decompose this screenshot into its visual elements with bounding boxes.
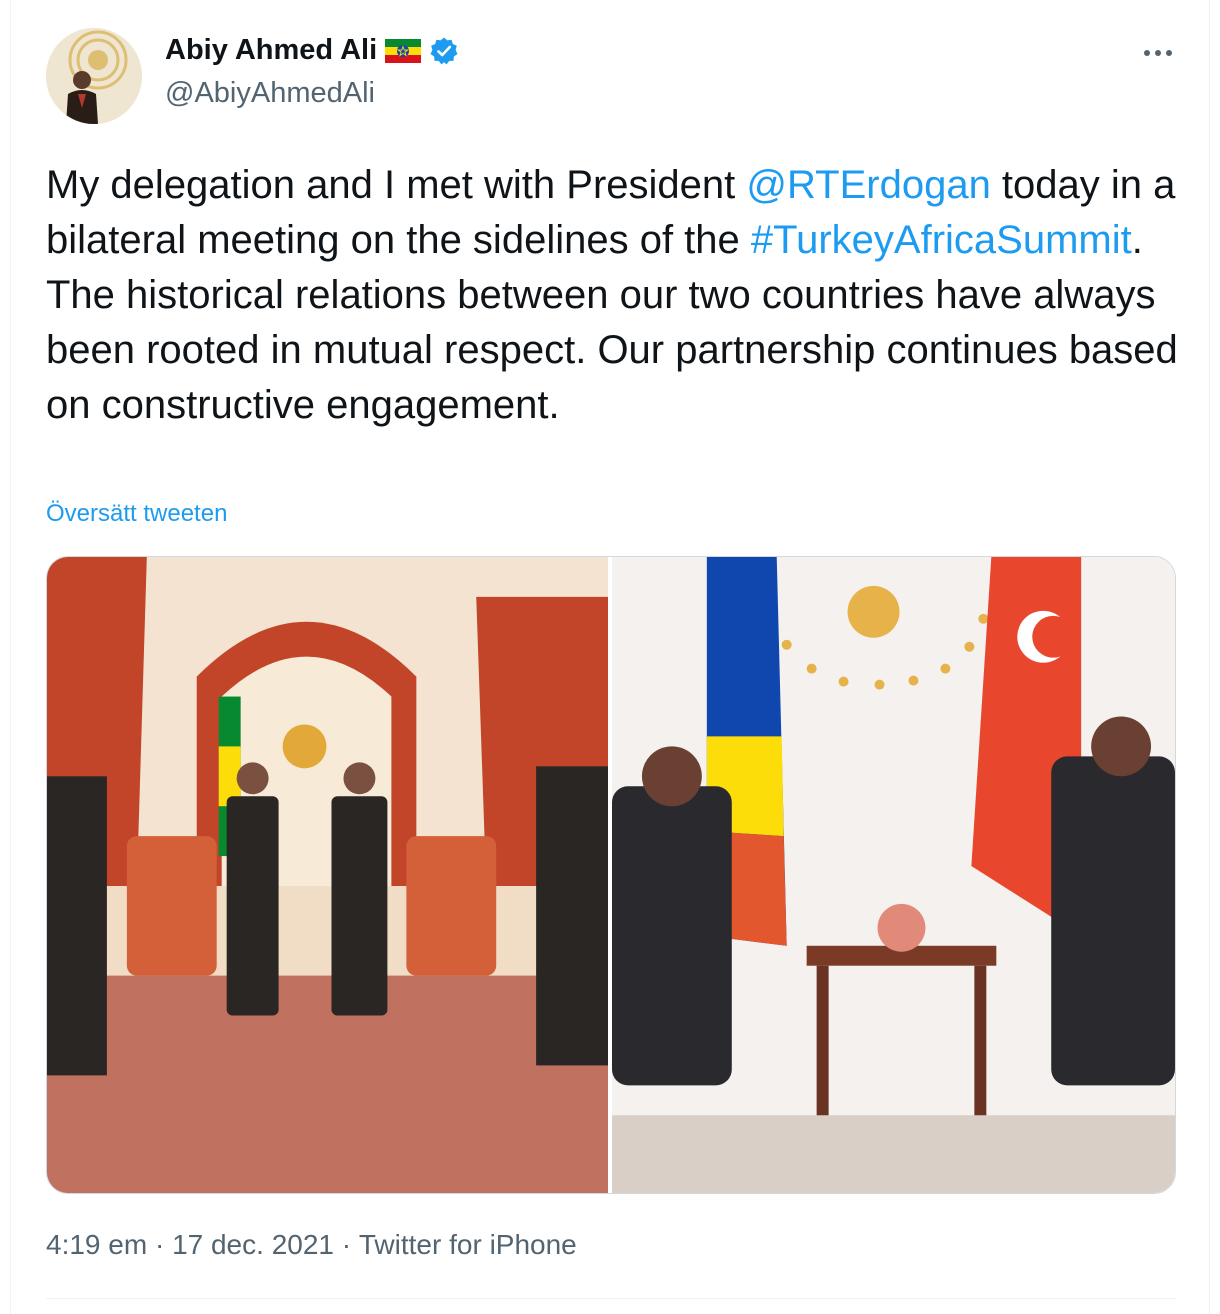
photo-delegation-standing-image [47, 557, 608, 1193]
photo-delegation-standing[interactable] [47, 557, 608, 1193]
tweet-date[interactable]: 17 dec. 2021 [172, 1229, 334, 1261]
author-name-row: Abiy Ahmed Ali [165, 34, 459, 67]
photo-leaders-seated-image [612, 557, 1175, 1193]
tweet-source[interactable]: Twitter for iPhone [359, 1229, 577, 1261]
photo-leaders-seated[interactable] [612, 557, 1175, 1193]
avatar[interactable] [46, 28, 142, 124]
meta-separator: · [333, 1229, 359, 1260]
meta-separator: · [147, 1229, 173, 1260]
author-handle[interactable]: @AbiyAhmedAli [165, 77, 375, 110]
more-options-icon[interactable] [1140, 38, 1176, 68]
tweet-text: My delegation and I met with President @… [46, 158, 1186, 433]
media-grid [46, 556, 1176, 1194]
mention-link[interactable]: @RTErdogan [746, 163, 990, 207]
tweet-time[interactable]: 4:19 em [46, 1229, 147, 1261]
hashtag-link[interactable]: #TurkeyAfricaSummit [751, 218, 1132, 262]
profile-photo-icon [46, 28, 142, 124]
author-display-name[interactable]: Abiy Ahmed Ali [165, 34, 377, 67]
divider [46, 1298, 1176, 1299]
tweet-text-part: My delegation and I met with President [46, 163, 747, 207]
ethiopia-flag-icon [385, 38, 422, 63]
tweet-meta: 4:19 em · 17 dec. 2021 · Twitter for iPh… [46, 1229, 577, 1261]
verified-badge-icon [429, 36, 459, 66]
translate-tweet-link[interactable]: Översätt tweeten [46, 500, 227, 528]
